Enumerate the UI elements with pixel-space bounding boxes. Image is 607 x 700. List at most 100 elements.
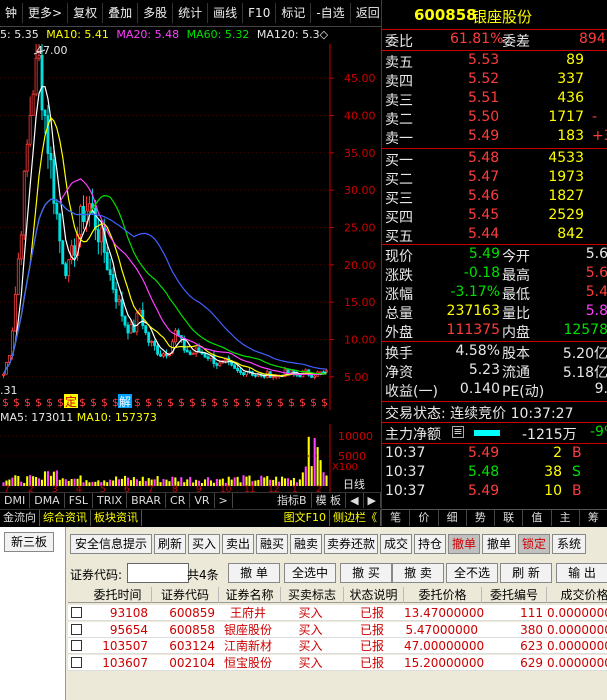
volume-bar[interactable] — [233, 477, 236, 486]
volume-bar[interactable] — [304, 466, 307, 486]
volume-bar[interactable] — [322, 472, 325, 486]
bid-row[interactable]: 买二 5.47 1973 — [382, 169, 607, 188]
tab-cr[interactable]: CR — [166, 493, 191, 508]
safety-info-button[interactable]: 安全信息提示 — [70, 534, 152, 554]
toolbar-draw[interactable]: 画线 — [208, 3, 244, 23]
candle-body[interactable] — [322, 371, 325, 374]
candle-body[interactable] — [108, 269, 112, 275]
candle-body[interactable] — [150, 340, 154, 343]
event-marker[interactable]: $ — [299, 396, 306, 409]
candle-body[interactable] — [34, 57, 38, 95]
event-marker[interactable]: $ — [2, 396, 9, 409]
event-marker[interactable]: $ — [266, 396, 273, 409]
event-marker[interactable]: $ — [79, 396, 86, 409]
volume-bar[interactable] — [180, 477, 183, 486]
event-marker[interactable]: $ — [24, 396, 31, 409]
event-marker[interactable]: $ — [321, 396, 328, 409]
toolbar-mark[interactable]: 标记 — [276, 3, 312, 23]
volume-bar[interactable] — [183, 482, 186, 486]
volume-bar[interactable] — [144, 480, 147, 486]
row-checkbox[interactable] — [71, 607, 82, 618]
candle-body[interactable] — [215, 363, 219, 366]
column-header[interactable]: 成交价格 — [547, 587, 607, 603]
sell-button[interactable]: 卖出 — [222, 534, 254, 554]
candle-body[interactable] — [203, 353, 207, 358]
tab-vr[interactable]: VR — [190, 493, 215, 508]
volume-bar[interactable] — [209, 480, 212, 486]
cancel-order-button[interactable]: 撤单 — [482, 534, 516, 554]
volume-bar[interactable] — [215, 479, 218, 486]
volume-bar[interactable] — [17, 476, 20, 486]
right-tab[interactable]: 势 — [467, 510, 495, 526]
event-marker[interactable]: $ — [101, 396, 108, 409]
volume-bar[interactable] — [212, 482, 215, 486]
row-checkbox[interactable] — [71, 640, 82, 651]
export-button[interactable]: 输 出 — [556, 563, 607, 583]
tab-template[interactable]: 模 板 — [312, 493, 347, 508]
volume-bar[interactable] — [120, 478, 124, 486]
buy-button[interactable]: 买入 — [188, 534, 220, 554]
volume-bar[interactable] — [165, 479, 168, 486]
volume-bar[interactable] — [310, 466, 313, 486]
volume-bar[interactable] — [138, 480, 141, 486]
tab-next[interactable]: ▶ — [364, 493, 381, 508]
volume-bar[interactable] — [11, 477, 14, 486]
refresh-list-button[interactable]: 刷 新 — [500, 563, 552, 583]
event-marker[interactable]: $ — [189, 396, 196, 409]
margin-sell-button[interactable]: 融卖 — [290, 534, 322, 554]
event-marker[interactable]: $ — [46, 396, 53, 409]
ask-row[interactable]: 卖五 5.53 89 — [382, 52, 607, 71]
position-button[interactable]: 持仓 — [414, 534, 446, 554]
candle-body[interactable] — [153, 340, 157, 347]
event-marker[interactable]: $ — [211, 396, 218, 409]
volume-bar[interactable] — [159, 482, 162, 486]
volume-bar[interactable] — [112, 480, 115, 486]
event-marker[interactable]: $ — [277, 396, 284, 409]
bid-row[interactable]: 买四 5.45 2529 — [382, 207, 607, 226]
volume-bar[interactable] — [319, 460, 322, 486]
volume-bar[interactable] — [14, 475, 17, 486]
toolbar-minute[interactable]: 钟 — [0, 3, 24, 23]
candle-body[interactable] — [191, 353, 195, 355]
candle-body[interactable] — [49, 153, 53, 161]
event-marker[interactable]: $ — [200, 396, 207, 409]
event-marker[interactable]: $ — [112, 396, 119, 409]
tab-f10-graphic[interactable]: 图文F10 — [281, 510, 330, 526]
sell-repay-button[interactable]: 卖券还款 — [324, 534, 378, 554]
margin-buy-button[interactable]: 融买 — [256, 534, 288, 554]
volume-bar[interactable] — [70, 479, 73, 486]
candle-body[interactable] — [256, 374, 260, 377]
event-marker[interactable]: $ — [288, 396, 295, 409]
candle-body[interactable] — [46, 115, 50, 154]
filled-button[interactable]: 成交 — [380, 534, 412, 554]
candle-body[interactable] — [82, 205, 85, 222]
bid-row[interactable]: 买三 5.46 1827 — [382, 188, 607, 207]
candle-body[interactable] — [126, 324, 130, 334]
volume-bar[interactable] — [40, 479, 44, 486]
candle-body[interactable] — [25, 143, 29, 172]
volume-bar[interactable] — [67, 480, 70, 486]
new-third-board-tab[interactable]: 新三板 — [4, 532, 54, 552]
volume-bar[interactable] — [325, 475, 328, 486]
tab-sector-news[interactable]: 板块资讯 — [91, 510, 142, 526]
event-marker[interactable]: $ — [134, 396, 141, 409]
candle-body[interactable] — [162, 353, 165, 357]
volume-bar[interactable] — [52, 471, 55, 486]
event-marker[interactable]: $ — [233, 396, 240, 409]
candle-body[interactable] — [99, 227, 103, 243]
daily-tag[interactable]: 日线 — [343, 476, 365, 492]
cancel-sells-button[interactable]: 撤 卖 — [392, 563, 444, 583]
right-tab[interactable]: 细 — [439, 510, 467, 526]
candle-body[interactable] — [22, 170, 26, 236]
candle-body[interactable] — [123, 315, 127, 326]
candle-body[interactable] — [16, 258, 20, 295]
volume-bar[interactable] — [186, 479, 189, 486]
volume-bar[interactable] — [58, 479, 61, 486]
tab-trix[interactable]: TRIX — [93, 493, 128, 508]
right-tab[interactable]: 值 — [523, 510, 552, 526]
column-header[interactable]: 证券名称 — [219, 587, 281, 603]
candle-body[interactable] — [310, 374, 314, 378]
volume-bar[interactable] — [55, 470, 58, 486]
candle-body[interactable] — [239, 370, 243, 374]
code-input[interactable] — [127, 563, 189, 583]
